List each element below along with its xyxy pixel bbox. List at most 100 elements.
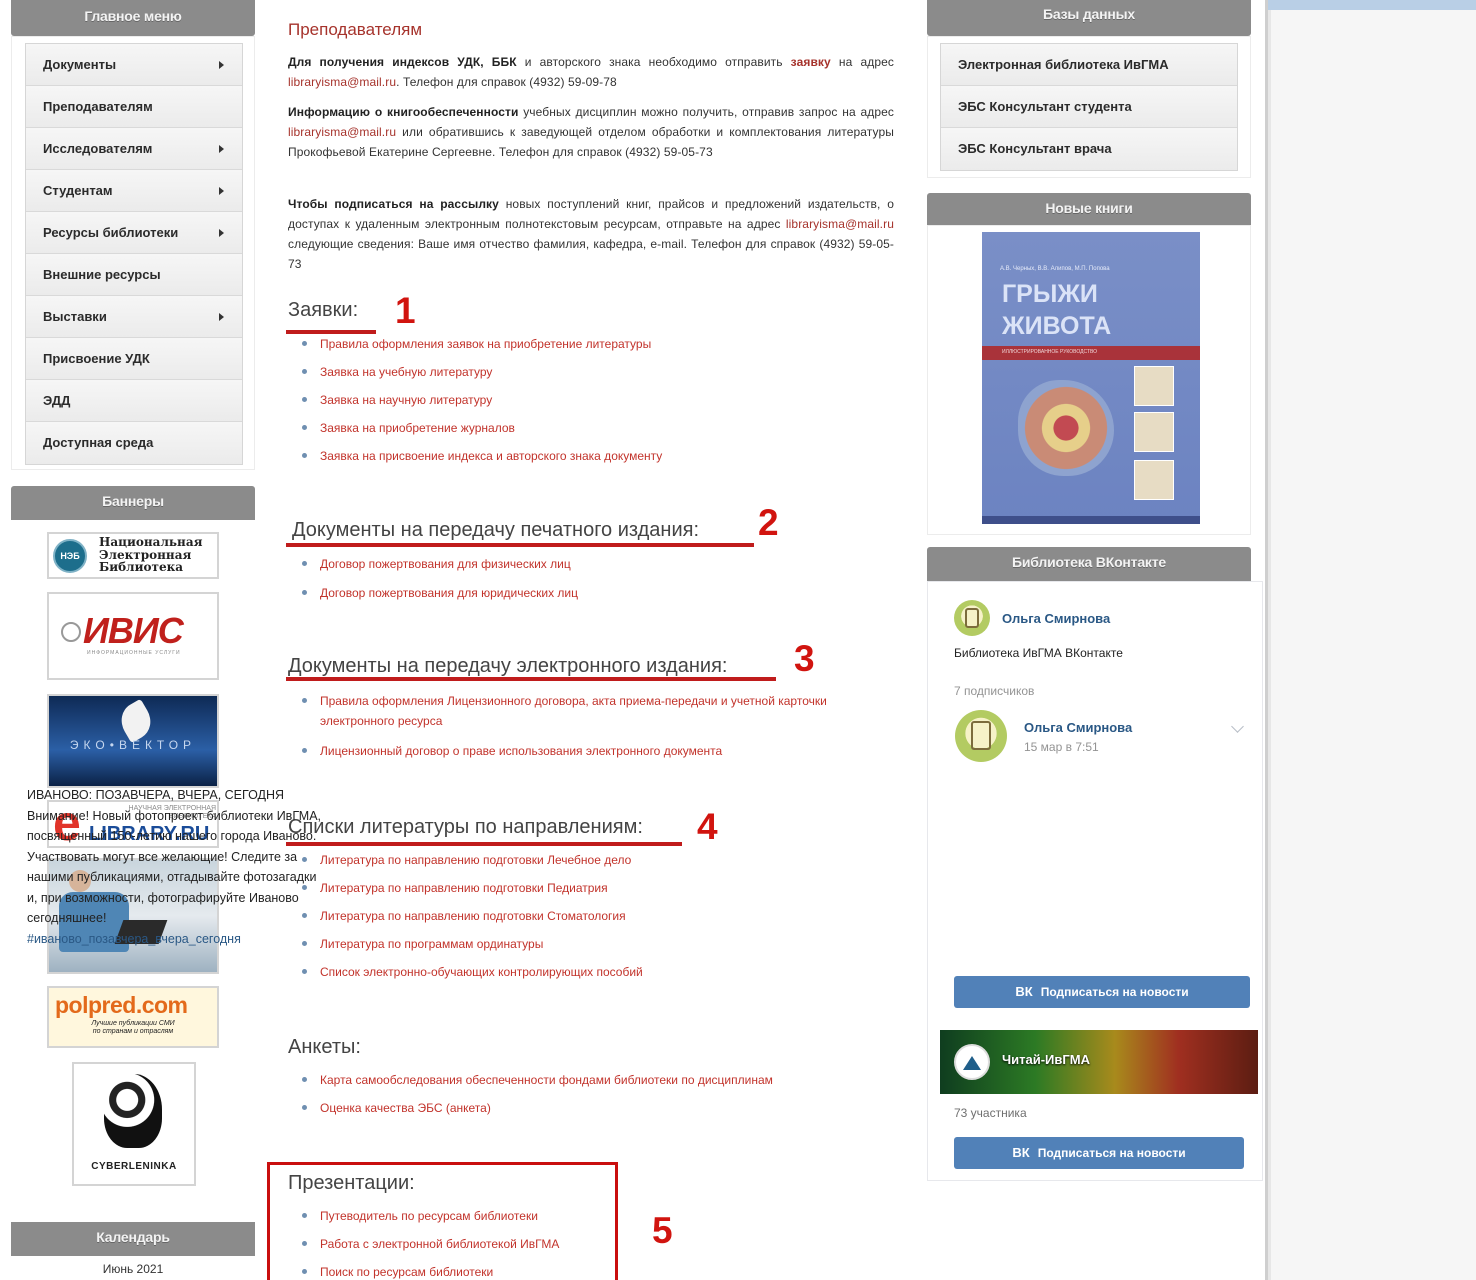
list-link[interactable]: Заявка на присвоение индекса и авторског… [302,446,662,466]
vk-subscribe-button[interactable]: ВК Подписаться на новости [954,976,1250,1008]
book-cover[interactable]: А.В. Черных, В.В. Алипов, М.П. Попова ГР… [982,232,1200,524]
ivis-tagline: ИНФОРМАЦИОННЫЕ УСЛУГИ [87,650,181,656]
list-link[interactable]: Литература по направлению подготовки Сто… [302,906,643,926]
list-link[interactable]: Литература по программам ординатуры [302,934,643,954]
menu-item-label: Документы [43,57,117,72]
vk-group-avatar[interactable] [954,600,990,636]
annotation-number: 3 [794,638,815,679]
databases-header: Базы данных [927,0,1251,36]
main-menu: Документы Преподавателям Исследователям … [25,43,243,465]
book-red-band: ИЛЛЮСТРИРОВАННОЕ РУКОВОДСТВО [982,346,1200,360]
list-link[interactable]: Заявка на приобретение журналов [302,418,662,438]
list-link[interactable]: Лицензионный договор о праве использован… [302,741,892,761]
email-link[interactable]: libraryisma@mail.ru [288,125,396,139]
list-link[interactable]: Заявка на научную литературу [302,390,662,410]
list-link[interactable]: Карта самообследования обеспеченности фо… [302,1070,773,1090]
menu-item-accessible-environment[interactable]: Доступная среда [26,422,242,464]
calendar-month: Июнь 2021 [102,1262,164,1276]
polpred-logo-text: polpred.com [55,992,188,1018]
databases-box: Электронная библиотека ИвГМА ЭБС Консуль… [927,36,1251,178]
requests-links: Правила оформления заявок на приобретени… [302,334,662,466]
ivis-globe-icon [61,622,81,642]
list-link[interactable]: Литература по направлению подготовки Пед… [302,878,643,898]
list-link[interactable]: Литература по направлению подготовки Леч… [302,850,643,870]
main-menu-box: Документы Преподавателям Исследователям … [11,36,255,470]
cyberleninka-logo-text: CYBERLENINKA [91,1161,177,1172]
polpred-banner[interactable]: polpred.com Лучшие публикации СМИ по стр… [47,986,219,1048]
menu-item-teachers[interactable]: Преподавателям [26,86,242,128]
vk-group-name[interactable]: Ольга Смирнова [1002,611,1110,626]
submenu-arrow-icon [219,187,224,195]
book-subtitle: ИЛЛЮСТРИРОВАННОЕ РУКОВОДСТВО [1002,349,1098,355]
para1-text: и авторского знака необходимо отправить [516,55,791,69]
submenu-arrow-icon [219,229,224,237]
annotation-number: 1 [395,290,416,331]
book-thumb-1 [1134,366,1174,406]
udk-info-paragraph: Для получения индексов УДК, ББК и авторс… [288,52,894,92]
ivis-logo-text: ИВИС [83,610,184,651]
vk-post-hashtag[interactable]: #иваново_позавчера_вчера_сегодня [27,929,327,950]
annotation-box [267,1162,618,1280]
annotation-underline [286,543,754,547]
list-link[interactable]: Правила оформления заявок на приобретени… [302,334,662,354]
page-title: Преподавателям [288,20,423,39]
main-menu-header: Главное меню [11,0,255,36]
menu-item-students[interactable]: Студентам [26,170,242,212]
para1-text: на адрес [830,55,894,69]
book-title-line1: ГРЫЖИ [1002,280,1098,308]
vk-post-date[interactable]: 15 мар в 7:51 [1024,740,1099,754]
vk-subscribers-count[interactable]: 7 подписчиков [954,684,1034,698]
email-link[interactable]: libraryisma@mail.ru [288,75,396,89]
section-title-surveys: Анкеты: [288,1036,361,1058]
chitai-subscribe-button[interactable]: ВК Подписаться на новости [954,1137,1244,1169]
menu-item-label: Внешние ресурсы [43,267,161,282]
vk-post-author[interactable]: Ольга Смирнова [1024,720,1132,735]
chitai-subscribe-label: Подписаться на новости [1037,1146,1186,1160]
menu-item-researchers[interactable]: Исследователям [26,128,242,170]
cyberleninka-banner[interactable]: CYBERLENINKA [72,1062,196,1186]
chitai-group-logo-icon [954,1044,990,1080]
menu-item-documents[interactable]: Документы [26,44,242,86]
eco-vector-banner[interactable]: ЭКО•ВЕКТОР [47,694,219,788]
chitai-group-name[interactable]: Читай-ИвГМА [1002,1052,1090,1067]
section-title-requests: Заявки: [288,299,359,321]
list-link[interactable]: Договор пожертвования для физических лиц [302,554,578,574]
db-item-student-consultant[interactable]: ЭБС Консультант студента [941,86,1237,128]
db-item-doctor-consultant[interactable]: ЭБС Консультант врача [941,128,1237,170]
list-link[interactable]: Заявка на учебную литературу [302,362,662,382]
menu-item-label: Исследователям [43,141,153,156]
list-link[interactable]: Договор пожертвования для юридических ли… [302,583,578,603]
menu-item-edd[interactable]: ЭДД [26,380,242,422]
list-link[interactable]: Правила оформления Лицензионного договор… [302,691,892,731]
list-link[interactable]: Оценка качества ЭБС (анкета) [302,1098,773,1118]
chitai-members-count[interactable]: 73 участника [954,1106,1027,1120]
vk-post-author-avatar[interactable] [955,710,1007,762]
book-supply-paragraph: Информацию о книгообеспеченности учебных… [288,102,894,162]
polpred-tagline2: по странам и отраслям [92,1028,174,1035]
databases-menu: Электронная библиотека ИвГМА ЭБС Консуль… [940,43,1238,171]
neb-banner[interactable]: НЭБ Национальная Электронная Библиотека [47,532,219,579]
calendar-header: Календарь [11,1222,255,1256]
eco-vector-quill-icon [114,698,158,744]
new-books-header: Новые книги [927,193,1251,225]
menu-item-udk[interactable]: Присвоение УДК [26,338,242,380]
submenu-arrow-icon [219,61,224,69]
annotation-number: 2 [758,502,779,543]
menu-item-label: Преподавателям [43,99,153,114]
db-item-ivgma-library[interactable]: Электронная библиотека ИвГМА [941,44,1237,86]
literature-lists-links: Литература по направлению подготовки Леч… [302,850,643,982]
vk-subscribe-label: Подписаться на новости [1040,985,1189,999]
menu-item-library-resources[interactable]: Ресурсы библиотеки [26,212,242,254]
chitai-group-cover[interactable]: Читай-ИвГМА [940,1030,1258,1094]
ivis-banner[interactable]: ИВИС ИНФОРМАЦИОННЫЕ УСЛУГИ [47,592,219,680]
menu-item-label: Присвоение УДК [43,351,150,366]
new-books-box: А.В. Черных, В.В. Алипов, М.П. Попова ГР… [927,225,1251,535]
menu-item-exhibitions[interactable]: Выставки [26,296,242,338]
menu-item-external-resources[interactable]: Внешние ресурсы [26,254,242,296]
request-link[interactable]: заявку [791,55,831,69]
vk-logo-icon: ВК [1015,984,1033,999]
para3-text: следующие сведения: Ваше имя отчество фа… [288,237,894,271]
email-link[interactable]: libraryisma@mail.ru [786,217,894,231]
vk-post-text: ИВАНОВО: ПОЗАВЧЕРА, ВЧЕРА, СЕГОДНЯ Внима… [27,785,327,949]
list-link[interactable]: Список электронно-обучающих контролирующ… [302,962,643,982]
